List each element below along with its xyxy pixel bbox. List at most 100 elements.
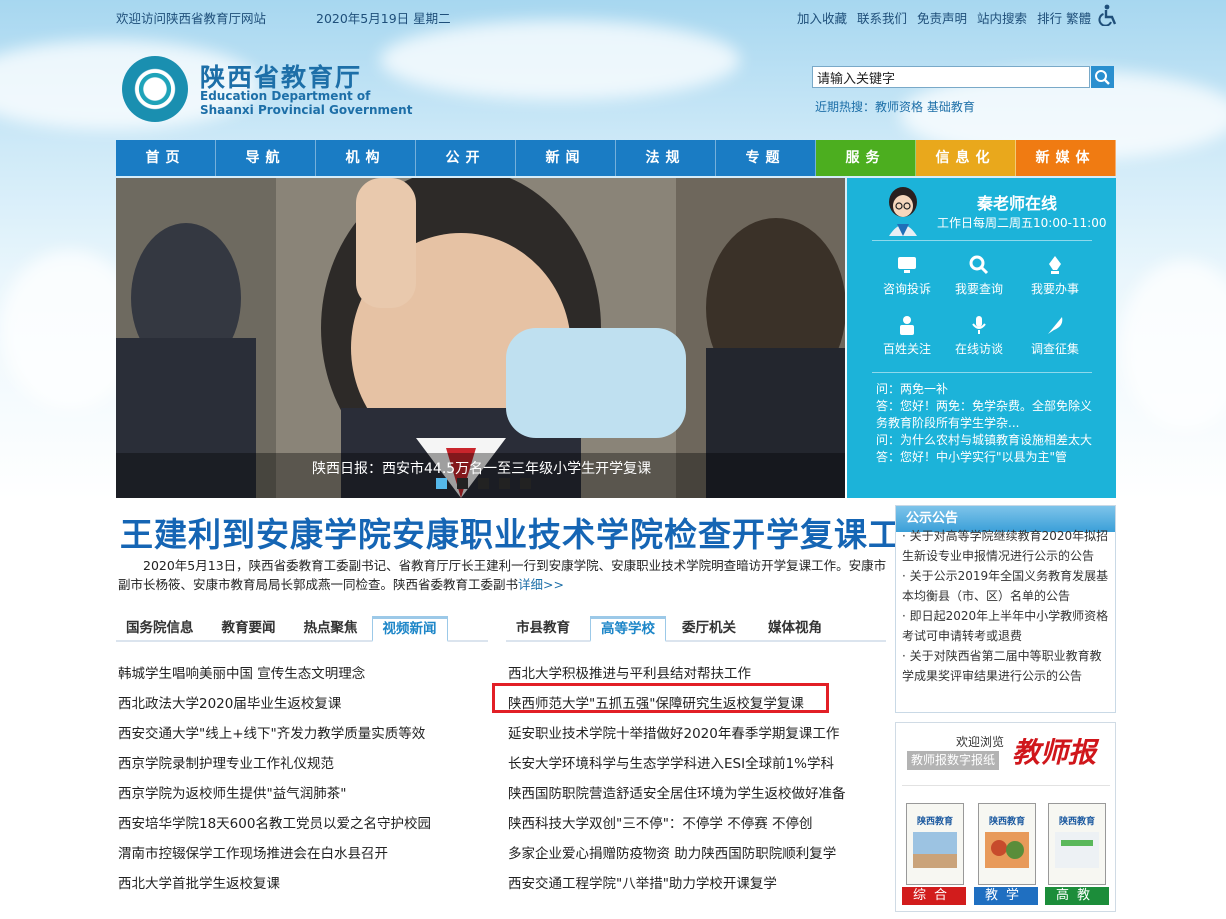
accessibility-icon[interactable] bbox=[1097, 4, 1117, 26]
nav-regulations[interactable]: 法规 bbox=[616, 140, 716, 176]
headline-more-link[interactable]: 详细>> bbox=[518, 577, 564, 592]
teacher-paper-logo[interactable]: 教师报 bbox=[1012, 731, 1096, 771]
link-add-favorite[interactable]: 加入收藏 bbox=[797, 8, 847, 27]
magazine-cover-higher-education[interactable]: 陕西教育 bbox=[1048, 803, 1106, 885]
service-query[interactable]: 我要查询 bbox=[944, 254, 1014, 297]
digital-paper-button[interactable]: 教师报数字报纸 bbox=[907, 751, 999, 770]
qa-scroll-list[interactable]: 问：两免一补 答：您好！两免：免学杂费。全部免除义务教育阶段所有学生学杂... … bbox=[847, 381, 1116, 466]
headline-summary-text: 2020年5月13日，陕西省委教育工委副书记、省教育厅厅长王建利一行到安康学院、… bbox=[118, 558, 887, 592]
teacher-paper-panel: 欢迎浏览 教师报数字报纸 教师报 陕西教育 陕西教育 陕西教育 综合 教学 高教 bbox=[895, 722, 1116, 912]
logo-emblem[interactable]: EDS bbox=[122, 56, 188, 122]
list-item[interactable]: 延安职业技术学院十举措做好2020年春季学期复课工作 bbox=[508, 719, 846, 749]
teacher-online-panel: 秦老师在线 工作日每周二周五10:00-11:00 咨询投诉 我要查询 我要办事… bbox=[847, 178, 1116, 498]
feather-icon bbox=[1048, 317, 1063, 334]
notice-item[interactable]: · 关于对高等学院继续教育2020年拟招生新设专业申报情况进行公示的公告 bbox=[902, 526, 1109, 566]
nav-news[interactable]: 新闻 bbox=[516, 140, 616, 176]
left-news-tabs: 国务院信息 教育要闻 热点聚焦 视频新闻 bbox=[116, 616, 488, 642]
list-item[interactable]: 西京学院录制护理专业工作礼仪规范 bbox=[118, 749, 431, 779]
right-news-tabs: 市县教育 高等学校 委厅机关 媒体视角 bbox=[506, 616, 886, 642]
qa-item[interactable]: 问：为什么农村与城镇教育设施相差太大 bbox=[847, 432, 1116, 449]
service-online-interview[interactable]: 在线访谈 bbox=[944, 314, 1014, 357]
list-item[interactable]: 陕西国防职院营造舒适安全居住环境为学生返校做好准备 bbox=[508, 779, 846, 809]
person-icon bbox=[900, 316, 914, 335]
notice-item[interactable]: · 即日起2020年上半年中小学教师资格考试可申请转考或退费 bbox=[902, 606, 1109, 646]
notice-item[interactable]: · 关于公示2019年全国义务教育发展基本均衡县（市、区）名单的公告 bbox=[902, 566, 1109, 606]
banner-slideshow[interactable]: 陕西日报：西安市44.5万名一至三年级小学生开学复课 bbox=[116, 178, 845, 498]
search-input[interactable] bbox=[812, 66, 1090, 88]
service-handle-affairs[interactable]: 我要办事 bbox=[1020, 254, 1090, 297]
list-item[interactable]: 陕西科技大学双创"三不停"：不停学 不停赛 不停创 bbox=[508, 809, 846, 839]
list-item[interactable]: 西安交通工程学院"八举措"助力学校开课复学 bbox=[508, 869, 846, 899]
hot-search-item[interactable]: 教师资格 bbox=[875, 100, 923, 114]
search-icon bbox=[1095, 70, 1110, 85]
highlight-box bbox=[492, 683, 829, 713]
hot-search-item[interactable]: 基础教育 bbox=[927, 100, 975, 114]
link-contact[interactable]: 联系我们 bbox=[857, 8, 907, 27]
tab-universities[interactable]: 高等学校 bbox=[590, 616, 666, 642]
notice-item[interactable]: · 关于对陕西省第二届中等职业教育教学成果奖评审结果进行公示的公告 bbox=[902, 646, 1109, 686]
magazine-comprehensive-button[interactable]: 综合 bbox=[902, 887, 966, 905]
nav-topics[interactable]: 专题 bbox=[716, 140, 816, 176]
tab-departments[interactable]: 委厅机关 bbox=[672, 616, 746, 642]
magazine-cover-image bbox=[985, 832, 1029, 868]
nav-organization[interactable]: 机构 bbox=[316, 140, 416, 176]
tab-video-news[interactable]: 视频新闻 bbox=[371, 616, 448, 642]
tab-state-council[interactable]: 国务院信息 bbox=[116, 616, 204, 642]
left-news-list: 韩城学生唱响美丽中国 宣传生态文明理念 西北政法大学2020届毕业生返校复课 西… bbox=[118, 659, 431, 899]
slide-dot[interactable] bbox=[520, 478, 531, 489]
tab-education-news[interactable]: 教育要闻 bbox=[212, 616, 286, 642]
site-title-en-line2: Shaanxi Provincial Government bbox=[200, 103, 413, 117]
magazine-higher-education-button[interactable]: 高教 bbox=[1045, 887, 1109, 905]
notice-list[interactable]: · 关于对高等学院继续教育2020年拟招生新设专业申报情况进行公示的公告 · 关… bbox=[896, 526, 1115, 686]
teacher-avatar-icon bbox=[889, 187, 917, 236]
list-item[interactable]: 西安交通大学"线上+线下"齐发力教学质量实质等效 bbox=[118, 719, 431, 749]
slide-dot[interactable] bbox=[457, 478, 468, 489]
tab-media-view[interactable]: 媒体视角 bbox=[758, 616, 832, 642]
magazine-cover-image bbox=[1055, 832, 1099, 868]
qa-item[interactable]: 答：您好！中小学实行"以县为主"管 bbox=[847, 449, 1116, 466]
nav-public[interactable]: 公开 bbox=[416, 140, 516, 176]
slide-dot[interactable] bbox=[436, 478, 447, 489]
list-item[interactable]: 韩城学生唱响美丽中国 宣传生态文明理念 bbox=[118, 659, 431, 689]
slide-indicators bbox=[436, 478, 531, 489]
nav-home[interactable]: 首页 bbox=[116, 140, 216, 176]
magazine-cover-teaching[interactable]: 陕西教育 bbox=[978, 803, 1036, 885]
nav-new-media[interactable]: 新媒体 bbox=[1016, 140, 1116, 176]
list-item[interactable]: 长安大学环境科学与生态学学科进入ESI全球前1%学科 bbox=[508, 749, 846, 779]
service-consult-complaint[interactable]: 咨询投诉 bbox=[872, 254, 942, 297]
pen-nib-icon bbox=[1049, 256, 1061, 274]
link-traditional[interactable]: 繁體 bbox=[1066, 8, 1091, 27]
link-site-search[interactable]: 站内搜索 bbox=[977, 8, 1027, 27]
banner-image bbox=[116, 178, 845, 498]
qa-item[interactable]: 问：两免一补 bbox=[847, 381, 1116, 398]
list-item[interactable]: 西北政法大学2020届毕业生返校复课 bbox=[118, 689, 431, 719]
search-button[interactable] bbox=[1091, 66, 1114, 88]
headline-title[interactable]: 王建利到安康学院安康职业技术学院检查开学复课工作 bbox=[120, 508, 936, 556]
site-title-en-line1: Education Department of bbox=[200, 89, 371, 103]
link-disclaimer[interactable]: 免责声明 bbox=[917, 8, 967, 27]
tab-city-county[interactable]: 市县教育 bbox=[506, 616, 580, 642]
magazine-cover-comprehensive[interactable]: 陕西教育 bbox=[906, 803, 964, 885]
banner-caption[interactable]: 陕西日报：西安市44.5万名一至三年级小学生开学复课 bbox=[312, 458, 651, 478]
list-item[interactable]: 西京学院为返校师生提供"益气润肺茶" bbox=[118, 779, 431, 809]
list-item[interactable]: 西安培华学院18天600名教工党员以爱之名守护校园 bbox=[118, 809, 431, 839]
nav-guide[interactable]: 导航 bbox=[216, 140, 316, 176]
list-item[interactable]: 渭南市控辍保学工作现场推进会在白水县召开 bbox=[118, 839, 431, 869]
nav-informatization[interactable]: 信息化 bbox=[916, 140, 1016, 176]
notice-panel: 公示公告 · 关于对高等学院继续教育2020年拟招生新设专业申报情况进行公示的公… bbox=[895, 505, 1116, 713]
service-survey[interactable]: 调查征集 bbox=[1020, 314, 1090, 357]
magazine-teaching-button[interactable]: 教学 bbox=[974, 887, 1038, 905]
microphone-icon bbox=[972, 316, 986, 334]
service-public-concern[interactable]: 百姓关注 bbox=[872, 314, 942, 357]
link-ranking[interactable]: 排行 bbox=[1037, 8, 1062, 27]
nav-services[interactable]: 服务 bbox=[816, 140, 916, 176]
magazine-cover-image bbox=[913, 832, 957, 868]
list-item[interactable]: 多家企业爱心捐赠防疫物资 助力陕西国防职院顺利复学 bbox=[508, 839, 846, 869]
panel-hours: 工作日每周二周五10:00-11:00 bbox=[937, 216, 1107, 230]
tab-hot-focus[interactable]: 热点聚焦 bbox=[294, 616, 368, 642]
slide-dot[interactable] bbox=[478, 478, 489, 489]
top-links: 加入收藏 联系我们 免责声明 站内搜索 排行 繁體 bbox=[797, 8, 1091, 27]
list-item[interactable]: 西北大学首批学生返校复课 bbox=[118, 869, 431, 899]
qa-item[interactable]: 答：您好！两免：免学杂费。全部免除义务教育阶段所有学生学杂... bbox=[847, 398, 1116, 432]
slide-dot[interactable] bbox=[499, 478, 510, 489]
